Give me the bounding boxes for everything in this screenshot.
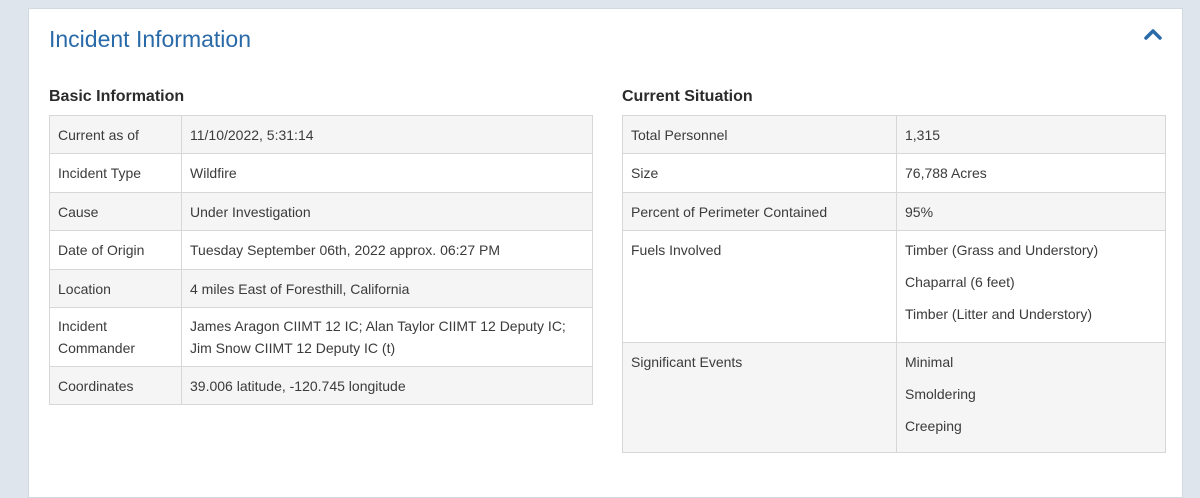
table-row: Total Personnel 1,315 [622, 115, 1166, 154]
row-value: 39.006 latitude, -120.745 longitude [181, 366, 593, 405]
current-situation-heading: Current Situation [622, 88, 753, 105]
table-row: Date of Origin Tuesday September 06th, 2… [49, 230, 593, 270]
table-row: Coordinates 39.006 latitude, -120.745 lo… [49, 366, 593, 405]
current-situation-table: Total Personnel 1,315 Size 76,788 Acres … [622, 115, 1166, 453]
fuel-item: Timber (Grass and Understory) [905, 242, 1099, 258]
row-value: Wildfire [181, 153, 593, 193]
row-value: 11/10/2022, 5:31:14 [181, 115, 593, 154]
table-row: Fuels Involved Timber (Grass and Underst… [622, 230, 1166, 343]
row-label: Total Personnel [622, 115, 897, 154]
panel-title: Incident Information [49, 26, 252, 52]
row-label: Size [622, 153, 897, 193]
chevron-up-icon [1144, 29, 1162, 40]
row-value: James Aragon CIIMT 12 IC; Alan Taylor CI… [181, 307, 593, 367]
row-label: Current as of [49, 115, 182, 154]
fuel-item: Chaparral (6 feet) [905, 274, 1015, 290]
row-label: Significant Events [622, 342, 897, 453]
row-label-line: Incident [58, 318, 108, 334]
row-label: Incident Type [49, 153, 182, 193]
row-value: Under Investigation [181, 192, 593, 231]
row-value: 1,315 [896, 115, 1166, 154]
row-value: Minimal Smoldering Creeping [896, 342, 1166, 453]
table-row: Incident Type Wildfire [49, 153, 593, 193]
event-item: Creeping [905, 418, 962, 434]
table-row: Incident Commander James Aragon CIIMT 12… [49, 307, 593, 367]
row-label-text: Significant Events [631, 354, 743, 370]
event-item: Minimal [905, 354, 954, 370]
table-row: Size 76,788 Acres [622, 153, 1166, 193]
row-label: Fuels Involved [622, 230, 897, 343]
row-value: 4 miles East of Foresthill, California [181, 269, 593, 308]
row-value: 76,788 Acres [896, 153, 1166, 193]
row-label-text: Fuels Involved [631, 242, 722, 258]
row-label: Percent of Perimeter Contained [622, 192, 897, 231]
row-label: Location [49, 269, 182, 308]
row-value: 95% [896, 192, 1166, 231]
basic-information-table: Current as of 11/10/2022, 5:31:14 Incide… [49, 115, 593, 405]
event-item: Smoldering [905, 386, 976, 402]
table-row: Significant Events Minimal Smoldering Cr… [622, 342, 1166, 453]
row-label: Coordinates [49, 366, 182, 405]
row-label-line: Commander [58, 340, 136, 356]
row-value: Timber (Grass and Understory) Chaparral … [896, 230, 1166, 343]
row-label: Date of Origin [49, 230, 182, 270]
row-value: Tuesday September 06th, 2022 approx. 06:… [181, 230, 593, 270]
incident-information-panel: Incident Information Basic Information C… [28, 8, 1183, 498]
row-label: Cause [49, 192, 182, 231]
collapse-button[interactable] [1138, 27, 1168, 51]
fuel-item: Timber (Litter and Understory) [905, 306, 1092, 322]
basic-information-heading: Basic Information [49, 88, 185, 105]
table-row: Cause Under Investigation [49, 192, 593, 231]
row-label: Incident Commander [49, 307, 182, 367]
table-row: Current as of 11/10/2022, 5:31:14 [49, 115, 593, 154]
table-row: Location 4 miles East of Foresthill, Cal… [49, 269, 593, 308]
table-row: Percent of Perimeter Contained 95% [622, 192, 1166, 231]
